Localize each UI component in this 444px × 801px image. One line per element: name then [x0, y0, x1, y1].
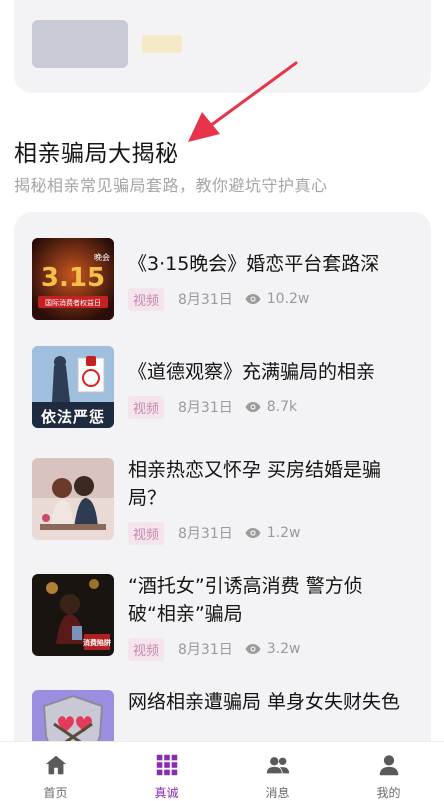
article-date: 8月31日 — [178, 526, 233, 542]
article-title[interactable]: 《道德观察》充满骗局的相亲 — [128, 358, 410, 386]
tab-mine[interactable]: 我的 — [333, 742, 444, 801]
home-icon — [45, 755, 66, 775]
svg-text:消费陷阱: 消费陷阱 — [83, 638, 111, 647]
article-title[interactable]: 《3·15晚会》婚恋平台套路深 — [128, 250, 410, 278]
315-gala-thumbnail: 3.15 晚会 国际消费者权益日 — [32, 238, 114, 320]
tab-label: 消息 — [265, 786, 290, 800]
couple-thumbnail — [32, 458, 114, 540]
law-enforcement-thumbnail: 依法严惩 — [32, 346, 114, 428]
article-date: 8月31日 — [178, 400, 233, 416]
view-count: 8.7k — [266, 399, 298, 415]
svg-text:3.15: 3.15 — [41, 263, 105, 293]
svg-text:晚会: 晚会 — [94, 252, 110, 262]
eye-icon — [245, 402, 261, 412]
section-title: 相亲骗局大揭秘 — [14, 141, 179, 167]
article-list: 3.15 晚会 国际消费者权益日 《3·15晚会》婚恋平台套路深 视频 8月31… — [14, 212, 431, 772]
eye-icon — [245, 644, 261, 654]
tab-messages[interactable]: 消息 — [222, 742, 333, 801]
article-item[interactable]: 消费陷阱 “酒托女”引诱高消费 警方侦破“相亲”骗局 视频 8月31日 3.2w — [14, 574, 431, 684]
person-icon — [379, 755, 398, 776]
article-title[interactable]: “酒托女”引诱高消费 警方侦破“相亲”骗局 — [128, 572, 410, 628]
svg-text:国际消费者权益日: 国际消费者权益日 — [45, 298, 101, 307]
category-tag: 视频 — [128, 287, 165, 311]
eye-icon — [245, 528, 261, 538]
bottom-tab-bar: 首页 真诚 消息 我的 — [0, 741, 444, 801]
view-count: 3.2w — [266, 641, 301, 657]
tab-label: 首页 — [43, 786, 68, 800]
tab-label: 我的 — [376, 786, 401, 800]
article-title[interactable]: 网络相亲遭骗局 单身女失财失色 — [128, 688, 410, 716]
article-item[interactable]: 3.15 晚会 国际消费者权益日 《3·15晚会》婚恋平台套路深 视频 8月31… — [14, 238, 431, 328]
tab-label: 真诚 — [154, 786, 179, 800]
thumbnail-caption: 依法严惩 — [40, 408, 105, 426]
article-item[interactable]: 依法严惩 《道德观察》充满骗局的相亲 视频 8月31日 8.7k — [14, 346, 431, 436]
article-date: 8月31日 — [178, 642, 233, 658]
article-item[interactable]: 相亲热恋又怀孕 买房结婚是骗局？ 视频 8月31日 1.2w — [14, 458, 431, 568]
eye-icon — [245, 294, 261, 304]
grid-icon — [156, 754, 177, 776]
category-tag: 视频 — [128, 395, 165, 419]
previous-card[interactable] — [14, 0, 431, 93]
view-count: 1.2w — [266, 525, 301, 541]
previous-card-thumbnail — [32, 20, 128, 68]
view-count: 10.2w — [266, 291, 310, 307]
people-icon — [266, 757, 289, 774]
tab-home[interactable]: 首页 — [0, 742, 111, 801]
category-tag: 视频 — [128, 521, 165, 545]
section-subtitle: 揭秘相亲常见骗局套路，教你避坑守护真心 — [14, 176, 328, 195]
tab-sincere[interactable]: 真诚 — [111, 742, 222, 801]
category-tag: 视频 — [128, 637, 165, 661]
article-title[interactable]: 相亲热恋又怀孕 买房结婚是骗局？ — [128, 456, 410, 512]
article-date: 8月31日 — [178, 292, 233, 308]
previous-card-tag — [142, 35, 182, 53]
bar-trap-thumbnail: 消费陷阱 — [32, 574, 114, 656]
